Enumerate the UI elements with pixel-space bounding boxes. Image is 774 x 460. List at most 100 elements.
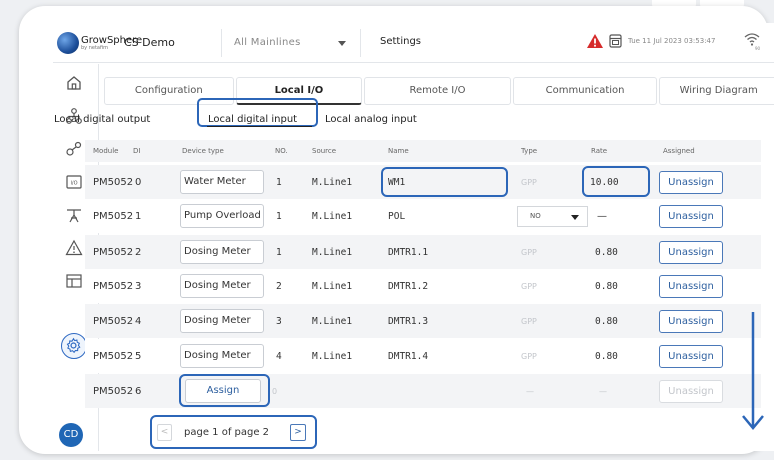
cell-rate: 0.80	[595, 281, 618, 292]
table-row: PM5052 5 Dosing Meter 4 M.Line1 DMTR1.4 …	[85, 339, 761, 373]
cell-source: M.Line1	[312, 247, 353, 258]
cell-module: PM5052	[93, 247, 134, 258]
subtab-local-digital-output[interactable]: Local digital output	[54, 114, 150, 125]
cell-di: 2	[135, 247, 142, 258]
controller-icon[interactable]: I/O	[65, 173, 83, 191]
cell-di: 0	[135, 177, 142, 188]
col-module: Module	[93, 147, 119, 155]
cell-rate: 0.80	[595, 351, 618, 362]
cell-type: GPP	[521, 178, 537, 187]
cell-name: DMTR1.1	[388, 247, 429, 258]
next-page-button[interactable]: >	[290, 424, 306, 441]
cell-no: 1	[276, 211, 282, 222]
settings-gear-active[interactable]	[61, 333, 87, 359]
cell-no: 0	[272, 387, 278, 396]
cell-no: 1	[276, 247, 282, 258]
cell-di: 3	[135, 281, 142, 292]
wifi-icon	[744, 33, 760, 46]
tab-communication[interactable]: Communication	[512, 77, 658, 105]
col-di: DI	[133, 147, 141, 155]
unassign-button[interactable]: Unassign	[659, 310, 723, 333]
table-icon[interactable]	[65, 272, 83, 290]
cell-rate: —	[597, 211, 607, 222]
table-row: PM5052 1 Pump Overload 1 M.Line1 POL NO …	[85, 199, 761, 233]
cell-type: GPP	[521, 352, 537, 361]
cell-no: 3	[276, 316, 282, 327]
cell-name: DMTR1.2	[388, 281, 429, 292]
cell-type: GPP	[521, 282, 537, 291]
avatar[interactable]: CD	[59, 423, 83, 447]
col-rate: Rate	[591, 147, 608, 155]
cell-rate: 0.80	[595, 316, 618, 327]
cell-di: 4	[135, 316, 142, 327]
cell-module: PM5052	[93, 281, 134, 292]
table-header: Module DI Device type NO. Source Name Ty…	[85, 140, 761, 162]
alert-icon[interactable]	[586, 33, 604, 49]
type-select-value: NO	[530, 212, 541, 220]
unassign-button[interactable]: Unassign	[659, 241, 723, 264]
table-row: PM5052 2 Dosing Meter 1 M.Line1 DMTR1.1 …	[85, 235, 761, 269]
device-type-field[interactable]: Dosing Meter	[180, 274, 264, 298]
unassign-button[interactable]: Unassign	[659, 380, 723, 403]
col-type: Type	[521, 147, 538, 155]
tab-remote-io[interactable]: Remote I/O	[364, 77, 511, 105]
home-icon[interactable]	[65, 74, 83, 92]
warning-icon[interactable]	[65, 239, 83, 257]
chevron-down-icon	[571, 215, 579, 220]
prev-page-button[interactable]: <	[157, 424, 172, 441]
subtab-highlight	[197, 98, 318, 127]
cell-name: POL	[388, 211, 406, 222]
svg-text:I/O: I/O	[70, 181, 77, 187]
device-type-field[interactable]: Dosing Meter	[180, 344, 264, 368]
unassign-button[interactable]: Unassign	[659, 171, 723, 194]
col-name: Name	[388, 147, 409, 155]
cell-source: M.Line1	[312, 211, 353, 222]
scroll-down-arrow-icon	[742, 312, 764, 430]
subtab-local-analog-input[interactable]: Local analog input	[325, 114, 417, 125]
cell-type: GPP	[521, 248, 537, 257]
cell-source: M.Line1	[312, 177, 353, 188]
col-assigned: Assigned	[663, 147, 695, 155]
chevron-down-icon	[338, 41, 346, 46]
cell-di: 1	[135, 211, 142, 222]
col-no: NO.	[275, 147, 288, 155]
cell-no: 2	[276, 281, 282, 292]
page-indicator: page 1 of page 2	[184, 427, 270, 438]
top-bar: GrowSphere by netafim CS Demo All Mainli…	[53, 23, 774, 63]
unassign-button[interactable]: Unassign	[659, 275, 723, 298]
cell-module: PM5052	[93, 316, 134, 327]
table-row: PM5052 4 Dosing Meter 3 M.Line1 DMTR1.3 …	[85, 304, 761, 338]
wifi-signal-value: 90	[755, 46, 761, 51]
tab-wiring-diagram[interactable]: Wiring Diagram	[659, 77, 774, 105]
gear-icon	[66, 337, 81, 354]
device-type-field[interactable]: Pump Overload	[180, 204, 264, 228]
device-type-field[interactable]: Dosing Meter	[180, 240, 264, 264]
cell-source: M.Line1	[312, 316, 353, 327]
unassign-button[interactable]: Unassign	[659, 345, 723, 368]
valve-icon[interactable]	[65, 140, 83, 158]
table-row: PM5052 3 Dosing Meter 2 M.Line1 DMTR1.2 …	[85, 269, 761, 303]
globe-icon	[57, 32, 79, 54]
cell-type: —	[526, 387, 534, 396]
type-select[interactable]: NO	[517, 206, 588, 227]
site-name[interactable]: CS Demo	[124, 36, 175, 49]
cell-rate: 0.80	[595, 247, 618, 258]
cell-module: PM5052	[93, 211, 134, 222]
rate-highlight	[582, 166, 650, 197]
device-type-field[interactable]: Water Meter	[180, 170, 264, 194]
irrigation-icon[interactable]	[65, 206, 83, 224]
calendar-icon	[609, 34, 622, 48]
settings-link[interactable]: Settings	[380, 36, 421, 47]
cell-no: 4	[276, 351, 282, 362]
cell-di: 5	[135, 351, 142, 362]
cell-source: M.Line1	[312, 351, 353, 362]
cell-module: PM5052	[93, 351, 134, 362]
assign-highlight	[179, 374, 270, 407]
device-type-field[interactable]: Dosing Meter	[180, 309, 264, 333]
unassign-button[interactable]: Unassign	[659, 205, 723, 228]
cell-rate: —	[599, 387, 607, 396]
cell-source: M.Line1	[312, 281, 353, 292]
mainline-select[interactable]: All Mainlines	[221, 29, 361, 57]
cell-type: GPP	[521, 317, 537, 326]
cell-module: PM5052	[93, 386, 134, 397]
